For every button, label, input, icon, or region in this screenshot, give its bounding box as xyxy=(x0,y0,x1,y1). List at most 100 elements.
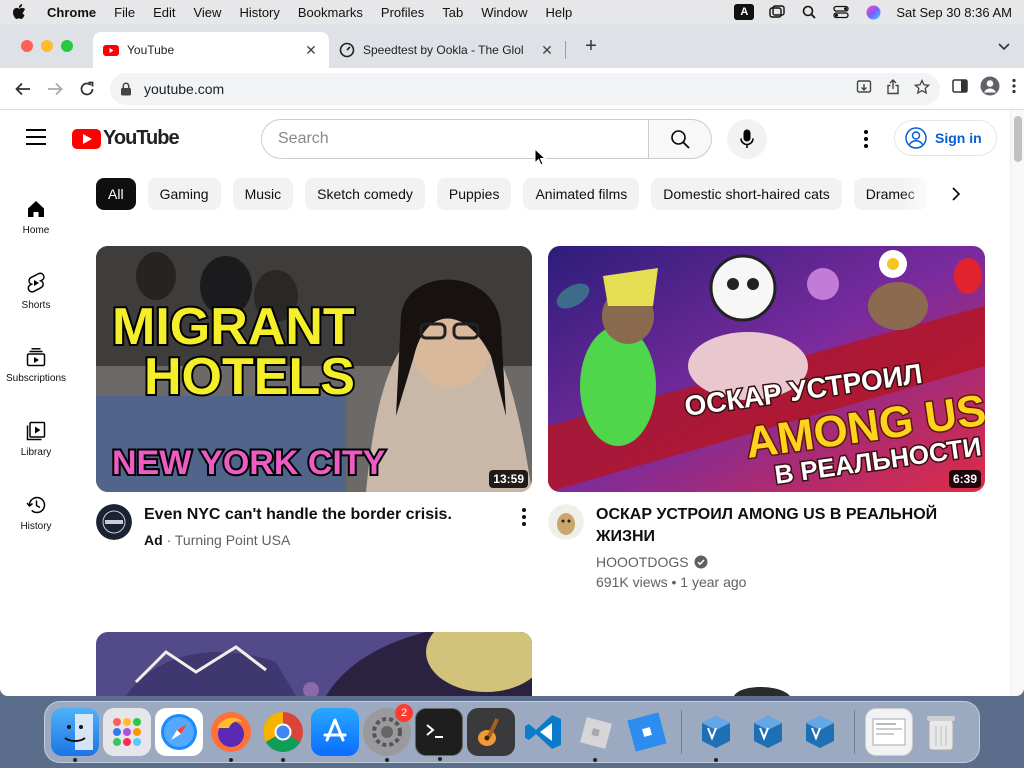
guide-shorts[interactable]: Shorts xyxy=(0,254,72,328)
chips-next-button[interactable] xyxy=(940,178,972,210)
back-button[interactable] xyxy=(8,74,38,104)
launchpad-icon[interactable] xyxy=(103,708,151,756)
menu-history[interactable]: History xyxy=(230,5,288,20)
menu-window[interactable]: Window xyxy=(472,5,536,20)
chip-all[interactable]: All xyxy=(96,178,136,210)
forward-button[interactable] xyxy=(40,74,70,104)
virtualbox-icon[interactable] xyxy=(692,708,740,762)
menu-tab[interactable]: Tab xyxy=(433,5,472,20)
running-indicator xyxy=(229,758,233,762)
search-input[interactable]: Search xyxy=(261,119,649,159)
voice-search-button[interactable] xyxy=(727,119,767,159)
menu-profiles[interactable]: Profiles xyxy=(372,5,433,20)
byline-separator: · xyxy=(166,532,175,548)
close-window-button[interactable] xyxy=(21,40,33,52)
guide-label: Home xyxy=(22,224,50,236)
system-settings-icon[interactable]: 2 xyxy=(363,704,413,762)
terminal-icon[interactable] xyxy=(415,708,463,761)
settings-kebab-icon[interactable] xyxy=(856,127,876,151)
install-app-icon[interactable] xyxy=(856,79,872,98)
menu-bookmarks[interactable]: Bookmarks xyxy=(289,5,372,20)
zoom-window-button[interactable] xyxy=(61,40,73,52)
menu-app-name[interactable]: Chrome xyxy=(38,5,105,20)
url-text[interactable]: youtube.com xyxy=(144,81,224,97)
channel-name[interactable]: HOOOTDOGS xyxy=(596,554,689,570)
app-store-icon[interactable] xyxy=(311,708,359,756)
video-title[interactable]: Even NYC can't handle the border crisis. xyxy=(144,504,504,526)
menubar-clock[interactable]: Sat Sep 30 8:36 AM xyxy=(896,5,1012,20)
page-scrollbar[interactable] xyxy=(1010,110,1024,696)
new-tab-button[interactable]: + xyxy=(580,35,602,58)
apple-icon[interactable] xyxy=(0,4,38,20)
finder-icon[interactable] xyxy=(51,708,99,762)
lock-icon[interactable] xyxy=(120,82,136,96)
chip-puppies[interactable]: Puppies xyxy=(436,178,512,210)
bookmark-star-icon[interactable] xyxy=(913,78,931,98)
chip-animated-films[interactable]: Animated films xyxy=(523,178,640,210)
search-button[interactable] xyxy=(649,119,712,159)
close-tab-icon[interactable]: ✕ xyxy=(303,42,319,58)
youtube-logo[interactable]: YouTube xyxy=(72,127,180,150)
guide-library[interactable]: Library xyxy=(0,402,72,476)
menu-view[interactable]: View xyxy=(184,5,230,20)
vscode-icon[interactable] xyxy=(519,708,567,756)
chip-sketch-comedy[interactable]: Sketch comedy xyxy=(305,178,425,210)
chip-gaming[interactable]: Gaming xyxy=(147,178,221,210)
channel-avatar[interactable] xyxy=(548,504,584,540)
video-card[interactable] xyxy=(96,632,532,696)
reload-button[interactable] xyxy=(72,74,102,104)
profile-avatar-icon[interactable] xyxy=(980,76,1000,101)
share-icon[interactable] xyxy=(886,79,900,98)
roblox-studio-icon[interactable] xyxy=(571,708,619,762)
video-menu-icon[interactable] xyxy=(522,508,526,526)
channel-name[interactable]: Turning Point USA xyxy=(175,532,290,548)
youtube-page: YouTube Search Sign in All Gaming Music … xyxy=(0,110,1010,696)
channel-avatar[interactable] xyxy=(96,504,132,540)
video-card[interactable]: MIGRANT HOTELS NEW YORK CITY 13:59 Even … xyxy=(96,246,532,550)
minimize-window-button[interactable] xyxy=(41,40,53,52)
trash-icon[interactable] xyxy=(917,708,965,756)
chip-domestic-short-haired-cats[interactable]: Domestic short-haired cats xyxy=(651,178,842,210)
firefox-icon[interactable] xyxy=(207,708,255,762)
menu-file[interactable]: File xyxy=(105,5,144,20)
tab-speedtest[interactable]: Speedtest by Ookla - The Glol ✕ xyxy=(329,32,565,68)
video-thumbnail[interactable]: MIGRANT HOTELS NEW YORK CITY 13:59 xyxy=(96,246,532,492)
sign-in-button[interactable]: Sign in xyxy=(894,120,997,156)
menu-edit[interactable]: Edit xyxy=(144,5,184,20)
close-tab-icon[interactable]: ✕ xyxy=(539,42,555,58)
control-center-icon[interactable] xyxy=(832,5,850,19)
video-thumbnail[interactable]: ОСКАР УСТРОИЛ AMONG US В РЕАЛЬНОСТИ 6:39 xyxy=(548,246,985,492)
chip-music[interactable]: Music xyxy=(232,178,294,210)
address-bar[interactable]: youtube.com xyxy=(110,72,940,105)
downloads-stack-icon[interactable] xyxy=(865,708,913,756)
virtualbox-vm-icon[interactable] xyxy=(796,708,844,756)
safari-icon[interactable] xyxy=(155,708,203,756)
input-source-badge[interactable]: A xyxy=(734,4,755,20)
thumb-text-2: HOTELS xyxy=(144,348,355,406)
video-title[interactable]: ОСКАР УСТРОИЛ AMONG US В РЕАЛЬНОЙ ЖИЗНИ xyxy=(596,504,956,548)
window-switcher-icon[interactable] xyxy=(768,5,786,19)
tab-youtube[interactable]: YouTube ✕ xyxy=(93,32,329,68)
siri-icon[interactable] xyxy=(864,5,882,19)
guide-menu-icon[interactable] xyxy=(26,129,46,145)
spotlight-search-icon[interactable] xyxy=(800,5,818,19)
guide-history[interactable]: History xyxy=(0,476,72,550)
scrollbar-thumb[interactable] xyxy=(1014,116,1022,162)
chrome-icon[interactable] xyxy=(259,708,307,762)
running-indicator xyxy=(281,758,285,762)
video-card[interactable]: ОСКАР УСТРОИЛ AMONG US В РЕАЛЬНОСТИ 6:39… xyxy=(548,246,985,592)
menu-help[interactable]: Help xyxy=(537,5,582,20)
guide-subscriptions[interactable]: Subscriptions xyxy=(0,328,72,402)
chrome-menu-icon[interactable] xyxy=(1012,78,1016,99)
side-panel-icon[interactable] xyxy=(952,79,968,98)
thumbnail-artwork xyxy=(96,632,532,696)
video-thumbnail[interactable] xyxy=(96,632,532,696)
video-stats: 691K views • 1 year ago xyxy=(596,574,747,590)
tab-search-chevron-icon[interactable] xyxy=(998,38,1010,56)
roblox-icon[interactable] xyxy=(623,708,671,756)
virtualbox-vm-icon[interactable] xyxy=(744,708,792,756)
guide-home[interactable]: Home xyxy=(0,180,72,254)
garageband-icon[interactable] xyxy=(467,708,515,756)
tab-title: YouTube xyxy=(127,43,175,57)
mini-guide: Home Shorts Subscriptions Library Histor… xyxy=(0,180,72,550)
